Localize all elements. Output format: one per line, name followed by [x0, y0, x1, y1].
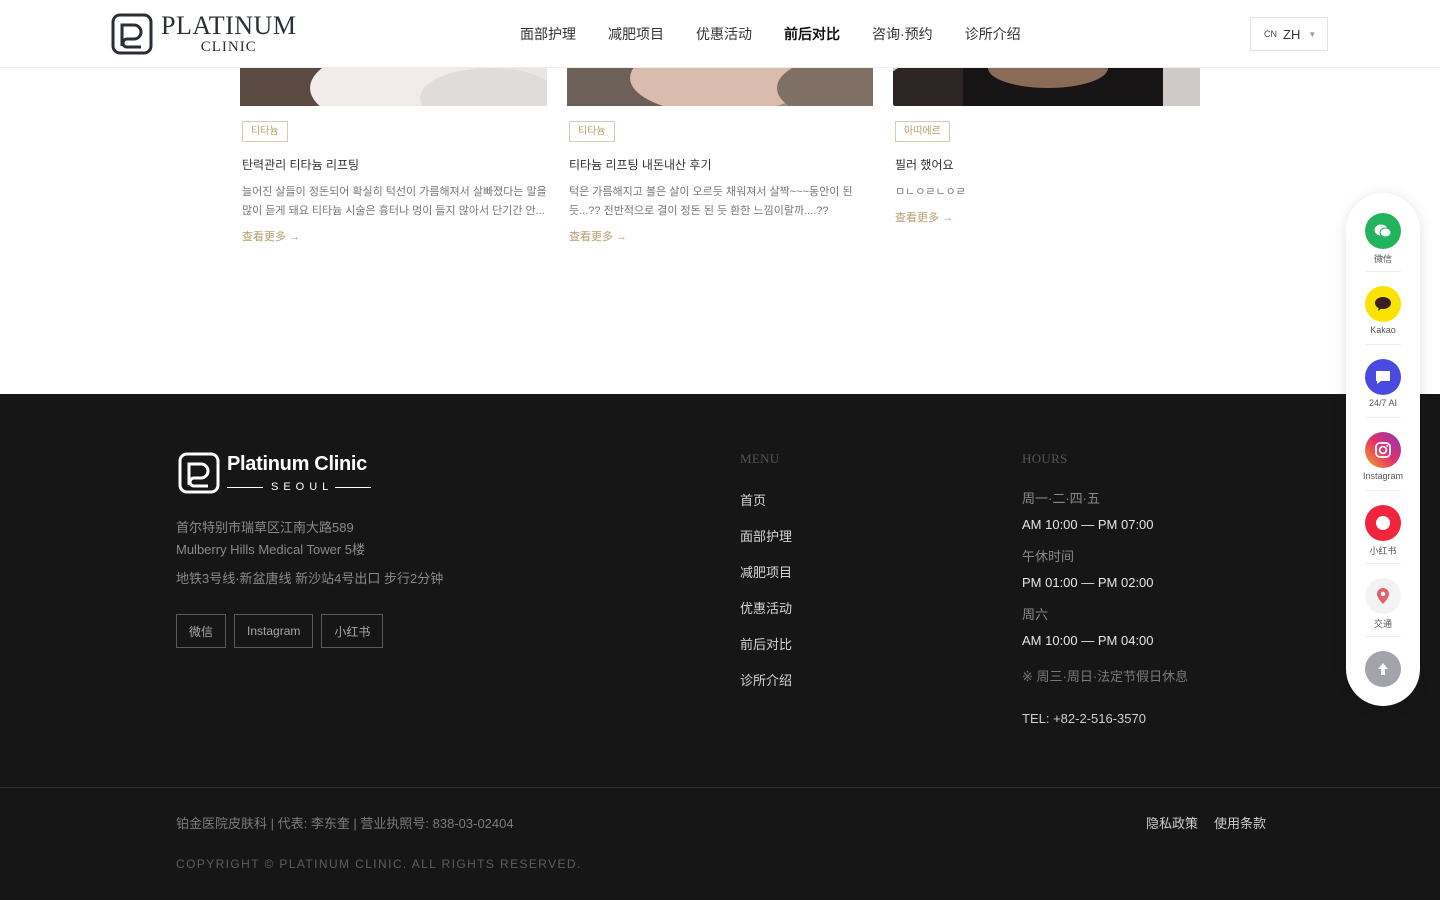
social-links: 微信 Instagram 小红书 — [176, 614, 384, 648]
quick-label: 24/7 AI — [1368, 398, 1398, 408]
opening-hours: 周一·二·四·五 AM 10:00 — PM 07:00 午休时间 PM 01:… — [1022, 488, 1154, 662]
nav-consult[interactable]: 咨询·预约 — [872, 24, 933, 44]
hours-heading: HOURS — [1022, 451, 1068, 466]
logo-mark-icon — [111, 13, 153, 55]
logo-subtitle: CLINIC — [200, 39, 257, 55]
page: PLATINUM CLINIC 面部护理 减肥项目 优惠活动 前后对比 咨询·预… — [0, 0, 1440, 900]
location-pin-icon — [1365, 578, 1401, 614]
quick-label: 微信 — [1373, 254, 1392, 264]
card-image[interactable] — [893, 68, 1200, 106]
terms-of-use-link[interactable]: 使用条款 — [1214, 813, 1266, 832]
footer-menu-about[interactable]: 诊所介绍 — [740, 670, 792, 706]
hours-note: ※ 周三·周日·法定节假日休息 — [1022, 669, 1189, 684]
nav-facial[interactable]: 面部护理 — [520, 24, 576, 44]
subway-directions: 地铁3号线·新盆唐线 新沙站4号出口 步行2分钟 — [176, 571, 444, 586]
xiaohongshu-icon — [1365, 505, 1401, 541]
privacy-policy-link[interactable]: 隐私政策 — [1146, 813, 1198, 832]
wechat-button[interactable]: 微信 — [176, 614, 227, 648]
footer-menu: 首页 面部护理 减肥项目 优惠活动 前后对比 诊所介绍 — [740, 490, 792, 706]
footer-menu-facial[interactable]: 面部护理 — [740, 526, 792, 562]
copyright: COPYRIGHT © PLATINUM CLINIC. ALL RIGHTS … — [176, 857, 582, 871]
main-nav: 面部护理 减肥项目 优惠活动 前后对比 咨询·预约 诊所介绍 — [520, 24, 1053, 44]
nav-about[interactable]: 诊所介绍 — [965, 24, 1021, 44]
quick-label: 小红书 — [1369, 546, 1397, 556]
hours-label: 午休时间 — [1022, 549, 1075, 564]
review-card: 티타늄 탄력관리 티타늄 리프팅 늘어진 살들이 정돈되어 확실히 턱선이 가름… — [242, 121, 549, 245]
legal-links: 隐私政策 使用条款 — [1146, 813, 1266, 832]
instagram-icon — [1365, 432, 1401, 468]
card-title[interactable]: 필러 했어요 — [895, 156, 1202, 173]
footer-divider — [0, 787, 1440, 788]
card-tag: 티타늄 — [242, 121, 288, 142]
hours-label: 周六 — [1022, 607, 1049, 622]
footer-menu-diet[interactable]: 减肥项目 — [740, 562, 792, 598]
review-card: 아띠에르 필러 했어요 ㅁㄴㅇㄹㄴㅇㄹ 查看更多 → — [895, 121, 1202, 226]
directions-quick-button[interactable]: 交通 — [1346, 578, 1420, 630]
menu-heading: MENU — [740, 451, 780, 466]
instagram-quick-button[interactable]: Instagram — [1346, 432, 1420, 481]
business-info: 铂金医院皮肤科 | 代表: 李东奎 | 营业执照号: 838-03-02404 — [176, 816, 514, 831]
address: 首尔特别市瑞草区江南大路589 Mulberry Hills Medical T… — [176, 517, 365, 561]
footer-logo-subtitle: SEOUL — [271, 481, 334, 493]
card-description: 턱은 가름해지고 볼은 살이 오르듯 채워져서 살짝~~~동안이 된 듯...?… — [569, 186, 853, 217]
xiaohongshu-button[interactable]: 小红书 — [321, 614, 384, 648]
nav-before-after[interactable]: 前后对比 — [784, 24, 840, 44]
site-header: PLATINUM CLINIC 面部护理 减肥项目 优惠活动 前后对比 咨询·预… — [0, 0, 1440, 68]
hours-label: 周一·二·四·五 — [1022, 491, 1100, 506]
footer-menu-home[interactable]: 首页 — [740, 490, 792, 526]
kakao-quick-button[interactable]: Kakao — [1346, 286, 1420, 335]
logo[interactable]: PLATINUM CLINIC — [111, 13, 296, 55]
quick-contact-bar: 微信 Kakao 24/7 AI Instagram 小红书 交通 — [1346, 193, 1420, 706]
wechat-icon — [1365, 213, 1401, 249]
quick-label: Kakao — [1370, 325, 1396, 335]
footer-menu-promotions[interactable]: 优惠活动 — [740, 598, 792, 634]
nav-promotions[interactable]: 优惠活动 — [696, 24, 752, 44]
footer-logo[interactable]: Platinum Clinic SEOUL — [178, 452, 372, 494]
chevron-down-icon: ▼ — [1308, 29, 1317, 39]
card-description: ㅁㄴㅇㄹㄴㅇㄹ — [895, 186, 966, 198]
lang-label: ZH — [1283, 26, 1301, 42]
footer-menu-before-after[interactable]: 前后对比 — [740, 634, 792, 670]
photo-placeholder — [240, 68, 547, 106]
read-more-link[interactable]: 查看更多 → — [569, 228, 627, 244]
card-tag: 티타늄 — [569, 121, 615, 142]
quick-label: 交通 — [1373, 619, 1392, 629]
photo-placeholder — [567, 68, 873, 106]
hours-value: PM 01:00 — PM 02:00 — [1022, 575, 1154, 590]
card-description: 늘어진 살들이 정돈되어 확실히 턱선이 가름해져서 살빠졌다는 말을 많이 듣… — [242, 186, 547, 217]
card-image[interactable] — [240, 68, 547, 106]
address-line-2: Mulberry Hills Medical Tower 5楼 — [176, 542, 366, 557]
lang-code: CN — [1264, 29, 1277, 39]
footer-logo-title: Platinum Clinic — [227, 453, 367, 475]
nav-diet[interactable]: 减肥项目 — [608, 24, 664, 44]
chat-icon — [1365, 359, 1401, 395]
logo-title: PLATINUM — [161, 11, 297, 40]
arrow-up-icon — [1365, 651, 1401, 687]
photo-placeholder — [893, 68, 1200, 106]
xiaohongshu-quick-button[interactable]: 小红书 — [1346, 505, 1420, 557]
instagram-button[interactable]: Instagram — [234, 614, 314, 648]
ai-chat-quick-button[interactable]: 24/7 AI — [1346, 359, 1420, 408]
wechat-quick-button[interactable]: 微信 — [1346, 213, 1420, 265]
card-image[interactable] — [567, 68, 873, 106]
scroll-top-button[interactable] — [1346, 651, 1420, 687]
hours-value: AM 10:00 — PM 04:00 — [1022, 633, 1154, 648]
hours-value: AM 10:00 — PM 07:00 — [1022, 517, 1154, 532]
review-card: 티타늄 티타늄 리프팅 내돈내산 후기 턱은 가름해지고 볼은 살이 오르듯 채… — [569, 121, 876, 245]
phone-number[interactable]: TEL: +82-2-516-3570 — [1022, 711, 1146, 726]
language-selector[interactable]: CN ZH ▼ — [1250, 17, 1328, 51]
footer-logo-mark-icon — [178, 452, 220, 494]
read-more-link[interactable]: 查看更多 → — [242, 228, 300, 244]
address-line-1: 首尔特别市瑞草区江南大路589 — [176, 520, 354, 535]
kakao-icon — [1365, 286, 1401, 322]
quick-label: Instagram — [1362, 471, 1404, 481]
read-more-link[interactable]: 查看更多 → — [895, 209, 953, 225]
card-title[interactable]: 티타늄 리프팅 내돈내산 후기 — [569, 156, 876, 173]
site-footer: Platinum Clinic SEOUL 首尔特别市瑞草区江南大路589 Mu… — [0, 394, 1440, 900]
card-tag: 아띠에르 — [895, 121, 950, 142]
card-title[interactable]: 탄력관리 티타늄 리프팅 — [242, 156, 549, 173]
